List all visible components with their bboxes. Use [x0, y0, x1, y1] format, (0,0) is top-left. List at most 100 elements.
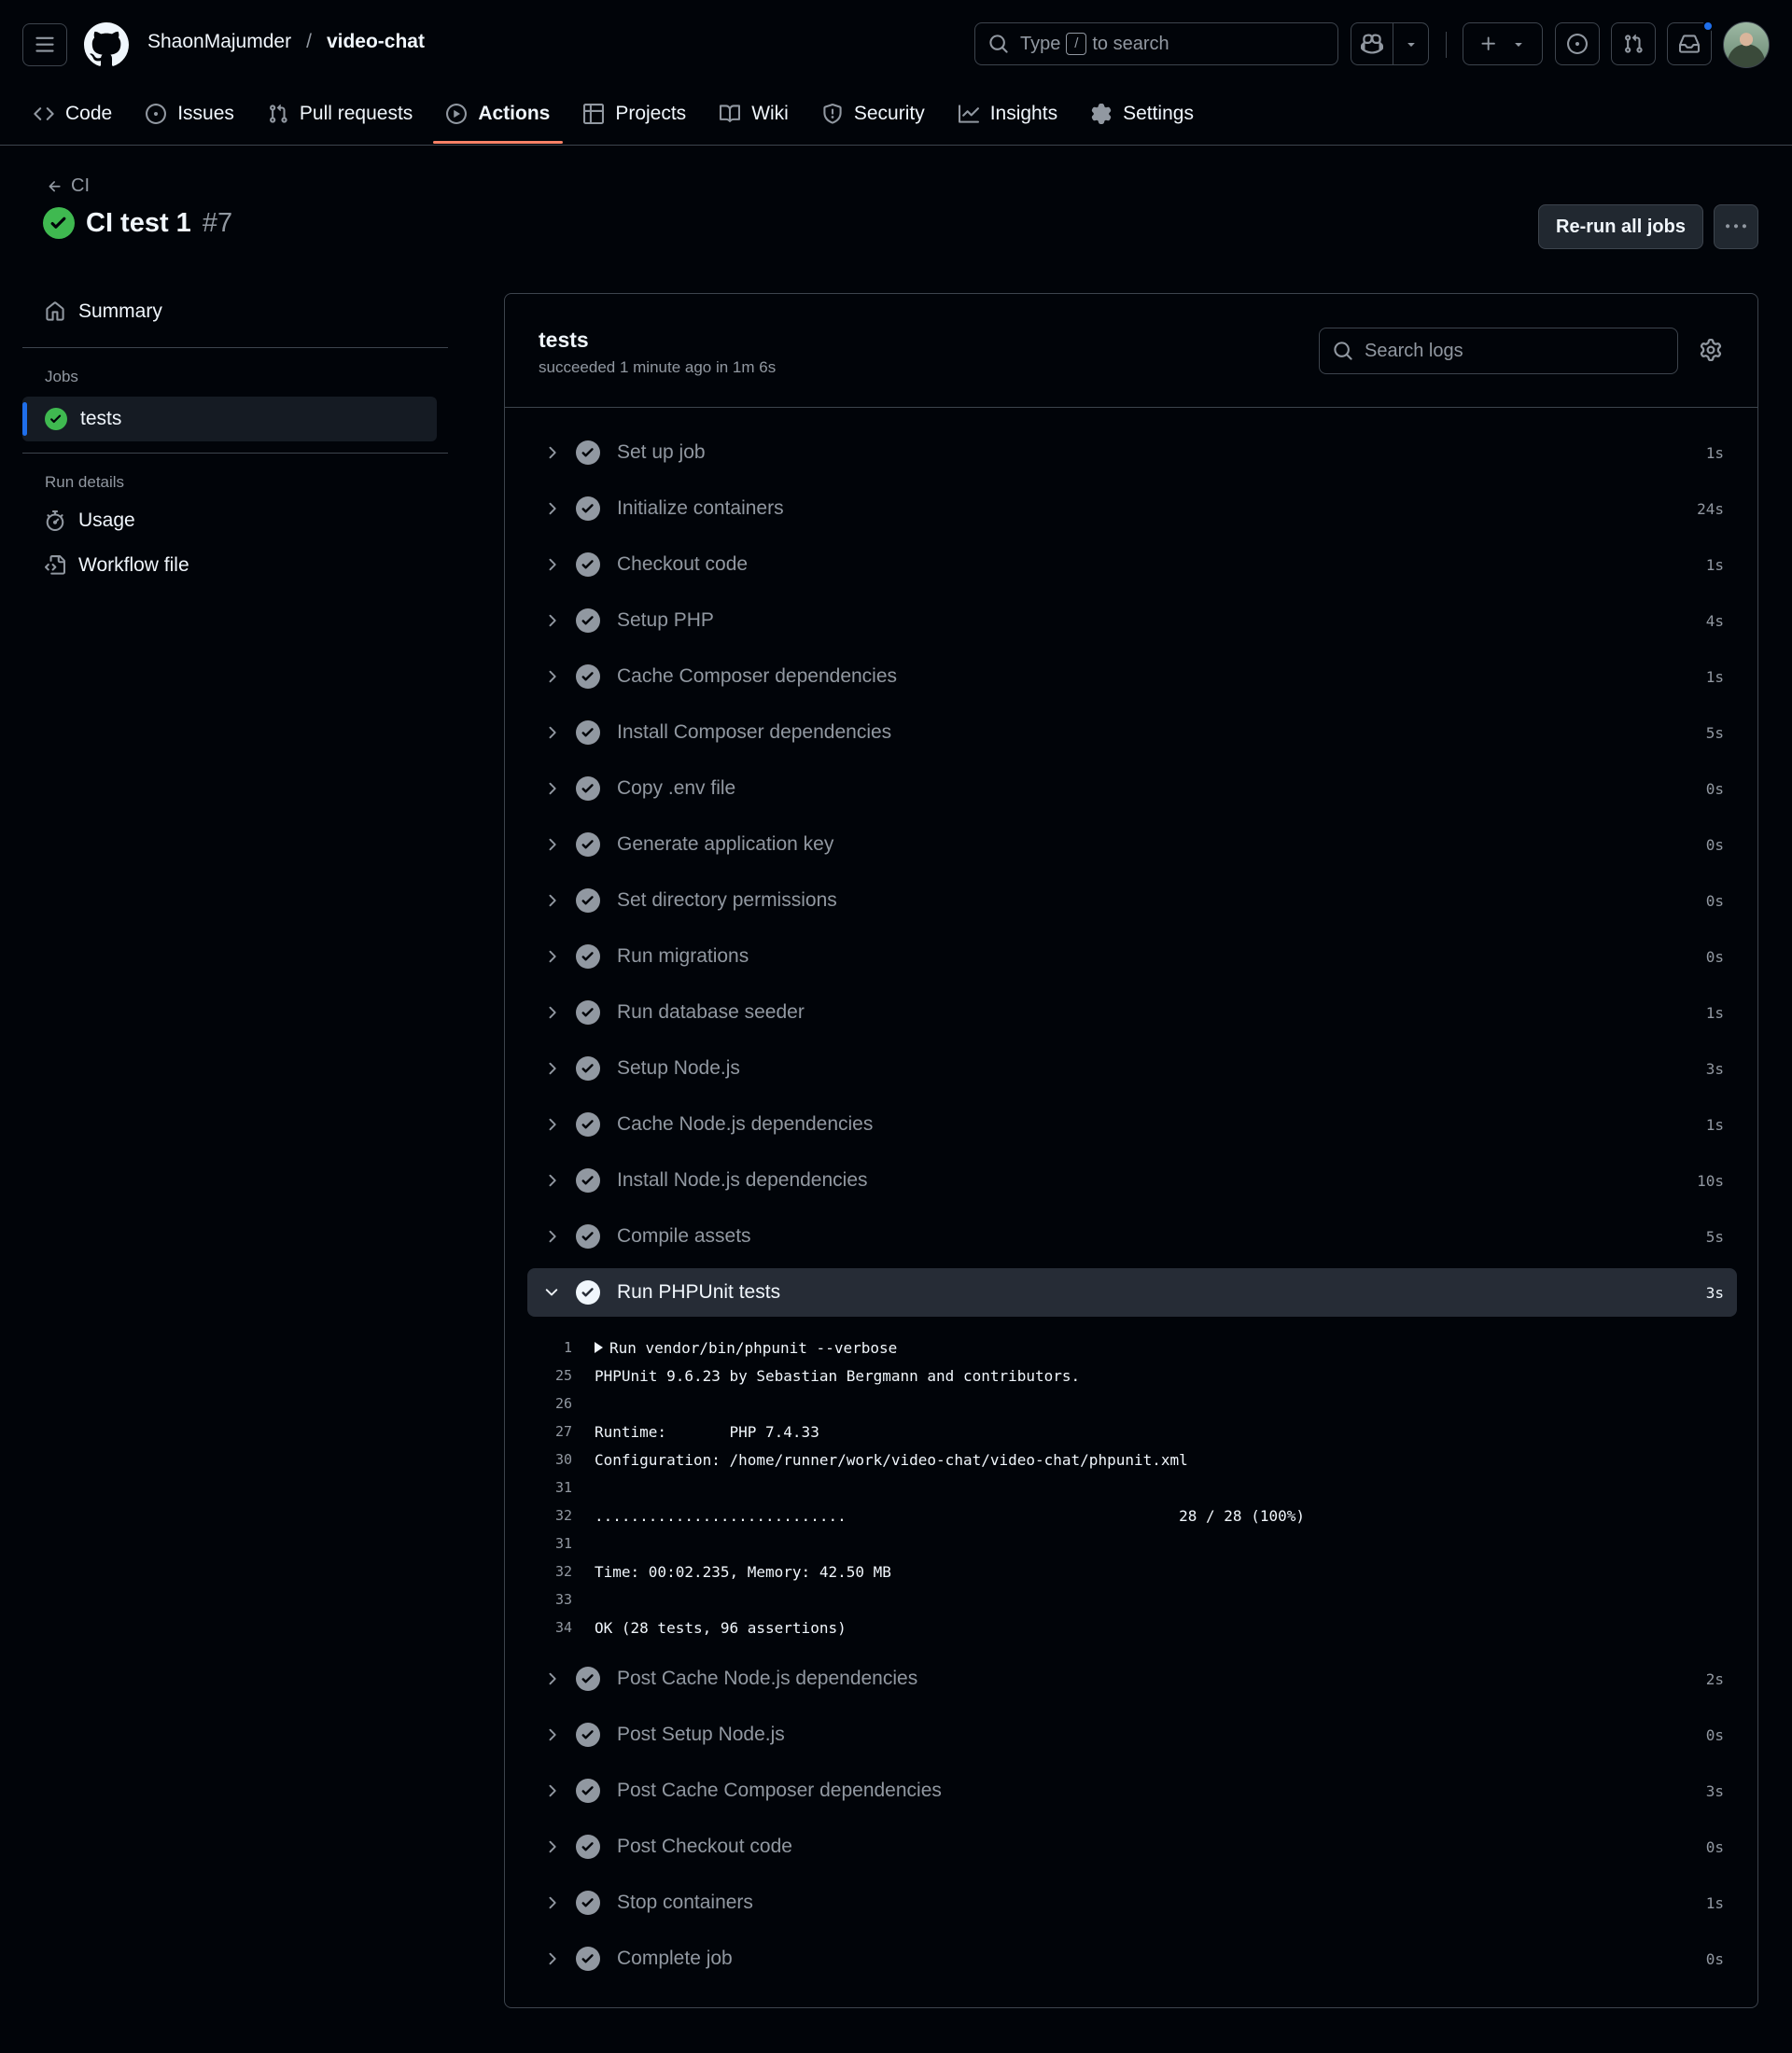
- issue-opened-icon: [1567, 34, 1588, 54]
- tab-issues[interactable]: Issues: [133, 93, 247, 134]
- step-log-output: 1 Run vendor/bin/phpunit --verbose 25 PHPUn…: [527, 1320, 1737, 1651]
- step-name: Setup PHP: [617, 609, 714, 631]
- step-name: Initialize containers: [617, 497, 784, 519]
- sidebar-item-workflow-file[interactable]: Workflow file: [22, 543, 448, 588]
- job-step[interactable]: Run migrations 0s: [527, 929, 1737, 985]
- triangle-down-icon: [1407, 43, 1415, 47]
- job-step[interactable]: Complete job 0s: [527, 1931, 1737, 1987]
- step-duration: 10s: [1697, 1171, 1724, 1190]
- repo-owner-link[interactable]: ShaonMajumder: [147, 31, 291, 53]
- job-step[interactable]: Set up job 1s: [527, 425, 1737, 481]
- menu-button[interactable]: [22, 23, 67, 66]
- tab-security[interactable]: Security: [809, 93, 938, 134]
- tab-settings[interactable]: Settings: [1078, 93, 1207, 134]
- check-circle-fill-icon: [576, 888, 600, 913]
- search-logs-placeholder: Search logs: [1365, 340, 1463, 361]
- tab-pull-requests[interactable]: Pull requests: [255, 93, 426, 134]
- graph-icon: [958, 105, 979, 123]
- search-icon: [989, 35, 1008, 53]
- check-circle-fill-icon: [576, 440, 600, 465]
- log-line: 33: [527, 1585, 1737, 1613]
- sidebar-job-tests[interactable]: tests: [22, 397, 437, 441]
- job-step[interactable]: Post Cache Composer dependencies 3s: [527, 1763, 1737, 1819]
- job-step[interactable]: Setup Node.js 3s: [527, 1040, 1737, 1096]
- job-step[interactable]: Install Composer dependencies 5s: [527, 705, 1737, 761]
- check-circle-fill-icon: [576, 1224, 600, 1249]
- job-step[interactable]: Run database seeder 1s: [527, 985, 1737, 1040]
- log-line-number: 33: [554, 1591, 572, 1608]
- check-circle-fill-icon: [576, 1056, 600, 1081]
- create-new-button[interactable]: [1463, 22, 1543, 65]
- log-line: 25 PHPUnit 9.6.23 by Sebastian Bergmann a…: [527, 1362, 1737, 1390]
- job-step[interactable]: Generate application key 0s: [527, 817, 1737, 873]
- log-line[interactable]: 1 Run vendor/bin/phpunit --verbose: [527, 1334, 1737, 1362]
- chevron-right-icon: [549, 1728, 556, 1741]
- check-circle-fill-icon: [576, 1835, 600, 1859]
- log-line-number: 25: [554, 1367, 572, 1384]
- log-line: 30 Configuration: /home/runner/work/video…: [527, 1445, 1737, 1473]
- job-name: tests: [539, 328, 589, 352]
- job-step[interactable]: Stop containers 1s: [527, 1875, 1737, 1931]
- step-duration: 0s: [1705, 891, 1724, 910]
- job-step[interactable]: Checkout code 1s: [527, 537, 1737, 593]
- log-line-number: 27: [554, 1423, 572, 1440]
- play-icon: [446, 104, 468, 124]
- copilot-button[interactable]: [1351, 23, 1394, 64]
- sidebar-item-summary[interactable]: Summary: [22, 289, 448, 334]
- sidebar-item-label: Usage: [78, 510, 135, 531]
- job-step[interactable]: Set directory permissions 0s: [527, 873, 1737, 929]
- tab-actions[interactable]: Actions: [433, 93, 564, 144]
- job-step[interactable]: Post Setup Node.js 0s: [527, 1707, 1737, 1763]
- step-duration: 1s: [1705, 1003, 1724, 1022]
- back-to-workflow-link[interactable]: CI: [47, 175, 90, 197]
- sidebar-item-usage[interactable]: Usage: [22, 498, 448, 543]
- job-steps-list: Set up job 1s Initialize containers 24s Chec…: [527, 425, 1737, 1987]
- step-duration: 3s: [1705, 1781, 1724, 1800]
- sidebar-item-label: Workflow file: [78, 554, 189, 576]
- user-avatar[interactable]: [1723, 21, 1770, 68]
- check-circle-fill-icon: [576, 832, 600, 857]
- log-line-text: OK (28 tests, 96 assertions): [595, 1618, 847, 1637]
- github-logo-icon[interactable]: [84, 22, 129, 67]
- step-name: Copy .env file: [617, 777, 736, 799]
- inbox-icon: [1679, 35, 1700, 53]
- sidebar-job-label: tests: [80, 408, 122, 429]
- tab-insights[interactable]: Insights: [945, 93, 1071, 134]
- step-name: Post Cache Composer dependencies: [617, 1780, 942, 1801]
- global-search-input[interactable]: Type / to search: [974, 22, 1338, 65]
- log-line: 26: [527, 1390, 1737, 1418]
- step-duration: 3s: [1705, 1059, 1724, 1078]
- tab-label: Insights: [989, 103, 1058, 124]
- step-name: Cache Composer dependencies: [617, 665, 898, 687]
- job-step[interactable]: Compile assets 5s: [527, 1208, 1737, 1264]
- job-step[interactable]: Post Checkout code 0s: [527, 1819, 1737, 1875]
- your-pull-requests-button[interactable]: [1611, 22, 1656, 65]
- repo-nav-tabs: Code Issues Pull requests Actions Projects Wi…: [0, 93, 1207, 146]
- repo-name-link[interactable]: video-chat: [327, 31, 425, 53]
- log-line: 27 Runtime: PHP 7.4.33: [527, 1418, 1737, 1445]
- step-name: Compile assets: [617, 1225, 751, 1247]
- tab-wiki[interactable]: Wiki: [707, 93, 802, 134]
- gear-icon[interactable]: [1700, 339, 1722, 361]
- sidebar-item-label: Summary: [78, 300, 162, 322]
- log-line-number: 26: [554, 1395, 572, 1412]
- log-line-number: 31: [554, 1535, 572, 1552]
- job-step[interactable]: Setup PHP 4s: [527, 593, 1737, 649]
- tab-projects[interactable]: Projects: [570, 93, 699, 134]
- tab-label: Actions: [478, 103, 551, 124]
- log-line-number: 32: [554, 1507, 572, 1524]
- search-logs-input[interactable]: Search logs: [1319, 328, 1678, 374]
- job-step-expanded[interactable]: Run PHPUnit tests 3s: [527, 1268, 1737, 1317]
- job-step[interactable]: Copy .env file 0s: [527, 761, 1737, 817]
- job-step[interactable]: Cache Composer dependencies 1s: [527, 649, 1737, 705]
- job-step[interactable]: Post Cache Node.js dependencies 2s: [527, 1651, 1737, 1707]
- job-step[interactable]: Install Node.js dependencies 10s: [527, 1152, 1737, 1208]
- job-step[interactable]: Initialize containers 24s: [527, 481, 1737, 537]
- chevron-right-icon: [549, 670, 556, 683]
- copilot-dropdown-button[interactable]: [1393, 23, 1428, 64]
- job-step[interactable]: Cache Node.js dependencies 1s: [527, 1096, 1737, 1152]
- your-issues-button[interactable]: [1555, 22, 1600, 65]
- tab-code[interactable]: Code: [21, 93, 125, 134]
- more-options-button[interactable]: [1714, 204, 1758, 249]
- rerun-all-jobs-button[interactable]: Re-run all jobs: [1538, 204, 1703, 249]
